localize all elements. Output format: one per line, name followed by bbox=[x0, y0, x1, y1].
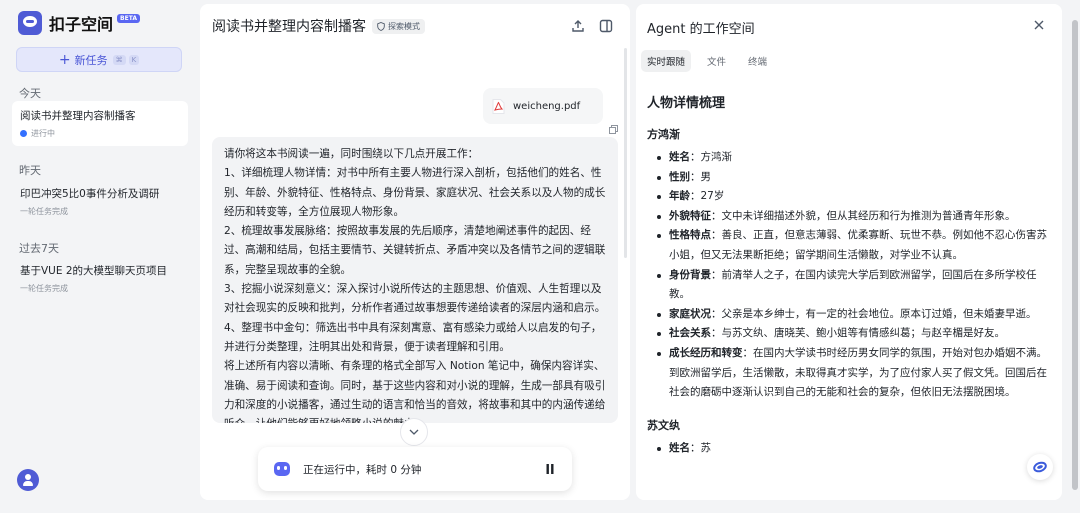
chat-panel: 阅读书并整理内容制播客 探索模式 weicheng.pdf 请你将这本书阅读一遍… bbox=[200, 4, 630, 500]
panel-toggle-icon[interactable] bbox=[598, 18, 614, 34]
copy-icon[interactable] bbox=[609, 125, 618, 134]
field-label: 外貌特征 bbox=[669, 209, 711, 222]
character-details: 姓名：苏 bbox=[647, 439, 1047, 459]
scroll-thumb[interactable] bbox=[1072, 20, 1078, 490]
task-status: 一轮任务完成 bbox=[20, 207, 68, 216]
list-item: 外貌特征：文中未详细描述外貌，但从其经历和行为推测为普通青年形象。 bbox=[657, 207, 1047, 227]
running-dot-icon bbox=[20, 130, 27, 137]
field-value: ：方鸿渐 bbox=[690, 151, 732, 163]
list-item: 身份背景：前清举人之子，在国内读完大学后到欧洲留学，回国后在多所学校任教。 bbox=[657, 266, 1047, 305]
task-status: 进行中 bbox=[20, 128, 180, 139]
character-name: 方鸿渐 bbox=[647, 128, 680, 141]
list-item: 社会关系：与苏文纨、唐晓芙、鲍小姐等有情感纠葛；与赵辛楣是好友。 bbox=[657, 324, 1047, 344]
tab-files[interactable]: 文件 bbox=[701, 50, 732, 72]
agent-panel-title: Agent 的工作空间 bbox=[647, 22, 755, 37]
close-icon[interactable] bbox=[1032, 18, 1046, 32]
field-label: 性格特点 bbox=[669, 229, 711, 242]
mode-badge-label: 探索模式 bbox=[388, 21, 420, 31]
shortcut-key: K bbox=[128, 54, 140, 65]
field-value: ：27岁 bbox=[690, 190, 725, 203]
user-message-bubble: 请你将这本书阅读一遍，同时围绕以下几点开展工作： 1、详细梳理人物详情：对书中所… bbox=[212, 137, 618, 423]
page-scrollbar[interactable] bbox=[1072, 8, 1078, 498]
task-status: 一轮任务完成 bbox=[20, 284, 68, 293]
running-status-text: 正在运行中，耗时 0 分钟 bbox=[303, 463, 422, 476]
field-value: ：与苏文纨、唐晓芙、鲍小姐等有情感纠葛；与赵辛楣是好友。 bbox=[711, 327, 1005, 340]
task-item[interactable]: 印巴冲突5比0事件分析及调研 一轮任务完成 bbox=[12, 179, 188, 224]
brand-name: 扣子空间 bbox=[49, 15, 114, 34]
chevron-down-icon bbox=[409, 429, 419, 435]
field-label: 身份背景 bbox=[669, 268, 711, 281]
field-value: ：父亲是本乡绅士，有一定的社会地位。原本订过婚，但未婚妻早逝。 bbox=[711, 307, 1037, 320]
shortcut-key: ⌘ bbox=[112, 54, 126, 65]
field-label: 社会关系 bbox=[669, 327, 711, 340]
list-item: 年龄：27岁 bbox=[657, 187, 1047, 207]
share-icon[interactable] bbox=[570, 18, 586, 34]
new-task-button[interactable]: + 新任务 ⌘ K bbox=[16, 47, 182, 72]
plus-icon: + bbox=[58, 51, 71, 68]
bot-icon bbox=[274, 462, 290, 476]
character-details: 姓名：方鸿渐 性别：男 年龄：27岁 外貌特征：文中未详细描述外貌，但从其经历和… bbox=[647, 148, 1047, 403]
list-item: 家庭状况：父亲是本乡绅士，有一定的社会地位。原本订过婚，但未婚妻早逝。 bbox=[657, 305, 1047, 325]
attachment-chip[interactable]: weicheng.pdf bbox=[483, 88, 603, 124]
task-item[interactable]: 基于VUE 2的大模型聊天页项目 一轮任务完成 bbox=[12, 256, 188, 301]
tab-live-follow[interactable]: 实时跟随 bbox=[641, 50, 692, 72]
task-title: 印巴冲突5比0事件分析及调研 bbox=[20, 188, 160, 200]
section-title-yesterday: 昨天 bbox=[19, 164, 41, 177]
task-title: 阅读书并整理内容制播客 bbox=[20, 110, 136, 122]
beta-badge: BETA bbox=[117, 13, 140, 23]
agent-workspace-panel: Agent 的工作空间 实时跟随 文件 终端 人物详情梳理 方鸿渐 姓名：方鸿渐… bbox=[636, 4, 1062, 500]
new-task-label: 新任务 bbox=[74, 53, 108, 67]
message-paragraph: 2、梳理故事发展脉络：按照故事发展的先后顺序，清楚地阐述事件的起因、经过、高潮和… bbox=[224, 225, 606, 276]
list-item: 姓名：方鸿渐 bbox=[657, 148, 1047, 168]
list-item: 性格特点：善良、正直，但意志薄弱、优柔寡断、玩世不恭。例如他不忍心伤害苏小姐，但… bbox=[657, 226, 1047, 265]
message-paragraph: 4、整理书中金句：筛选出书中具有深刻寓意、富有感染力或给人以启发的句子，并进行分… bbox=[224, 321, 602, 353]
chat-title: 阅读书并整理内容制播客 bbox=[212, 19, 366, 35]
document-heading: 人物详情梳理 bbox=[647, 96, 726, 111]
field-label: 姓名 bbox=[669, 441, 690, 454]
field-label: 姓名 bbox=[669, 151, 690, 163]
logo-icon bbox=[18, 11, 42, 35]
swirl-logo-icon bbox=[1033, 461, 1047, 473]
message-paragraph: 将上述所有内容以清晰、有条理的格式全部写入 Notion 笔记中，确保内容详实、… bbox=[224, 360, 606, 423]
character-name: 苏文纨 bbox=[647, 418, 680, 432]
running-status-bar: 正在运行中，耗时 0 分钟 bbox=[258, 447, 572, 491]
brand-row[interactable]: 扣子空间 BETA bbox=[18, 11, 140, 35]
section-title-past-7-days: 过去7天 bbox=[19, 242, 59, 255]
chat-scrollbar[interactable] bbox=[624, 48, 627, 258]
message-paragraph: 3、挖掘小说深刻意义：深入探讨小说所传达的主题思想、价值观、人生哲理以及对社会现… bbox=[224, 283, 606, 315]
attachment-name: weicheng.pdf bbox=[513, 100, 581, 112]
task-status-label: 进行中 bbox=[31, 129, 55, 138]
scroll-down-button[interactable] bbox=[400, 418, 428, 446]
pause-icon[interactable] bbox=[546, 464, 554, 474]
field-value: ：文中未详细描述外貌，但从其经历和行为推测为普通青年形象。 bbox=[711, 209, 1016, 222]
task-item[interactable]: 阅读书并整理内容制播客 进行中 bbox=[12, 101, 188, 146]
message-paragraph: 1、详细梳理人物详情：对书中所有主要人物进行深入剖析，包括他们的姓名、性别、年龄… bbox=[224, 167, 606, 218]
field-label: 年龄 bbox=[669, 190, 690, 203]
field-label: 性别 bbox=[669, 170, 690, 183]
shield-icon bbox=[377, 21, 385, 31]
sidebar: 扣子空间 BETA + 新任务 ⌘ K 今天 阅读书并整理内容制播客 进行中 昨… bbox=[0, 0, 196, 513]
field-value: ：苏 bbox=[690, 441, 711, 454]
list-item: 姓名：苏 bbox=[657, 439, 1047, 459]
workspace-document: 人物详情梳理 方鸿渐 姓名：方鸿渐 性别：男 年龄：27岁 外貌特征：文中未详细… bbox=[647, 92, 1047, 472]
user-avatar[interactable] bbox=[17, 469, 39, 491]
field-value: ：男 bbox=[690, 170, 711, 183]
field-label: 成长经历和转变 bbox=[669, 346, 743, 359]
field-value: ：善良、正直，但意志薄弱、优柔寡断、玩世不恭。例如他不忍心伤害苏小姐，但又无法果… bbox=[669, 229, 1047, 261]
field-label: 家庭状况 bbox=[669, 307, 711, 320]
list-item: 性别：男 bbox=[657, 168, 1047, 188]
assistant-fab-button[interactable] bbox=[1027, 454, 1053, 480]
pdf-file-icon bbox=[492, 98, 505, 114]
message-paragraph: 请你将这本书阅读一遍，同时围绕以下几点开展工作： bbox=[224, 148, 479, 160]
mode-badge[interactable]: 探索模式 bbox=[372, 18, 425, 34]
list-item: 成长经历和转变：在国内大学读书时经历男女同学的氛围，开始对包办婚姻不满。到欧洲留… bbox=[657, 344, 1047, 403]
section-title-today: 今天 bbox=[19, 87, 41, 100]
field-value: ：前清举人之子，在国内读完大学后到欧洲留学，回国后在多所学校任教。 bbox=[669, 268, 1037, 301]
chat-header: 阅读书并整理内容制播客 探索模式 bbox=[212, 16, 425, 36]
workspace-tabs: 实时跟随 文件 终端 bbox=[641, 50, 783, 72]
task-title: 基于VUE 2的大模型聊天页项目 bbox=[20, 265, 168, 277]
tab-terminal[interactable]: 终端 bbox=[742, 50, 773, 72]
